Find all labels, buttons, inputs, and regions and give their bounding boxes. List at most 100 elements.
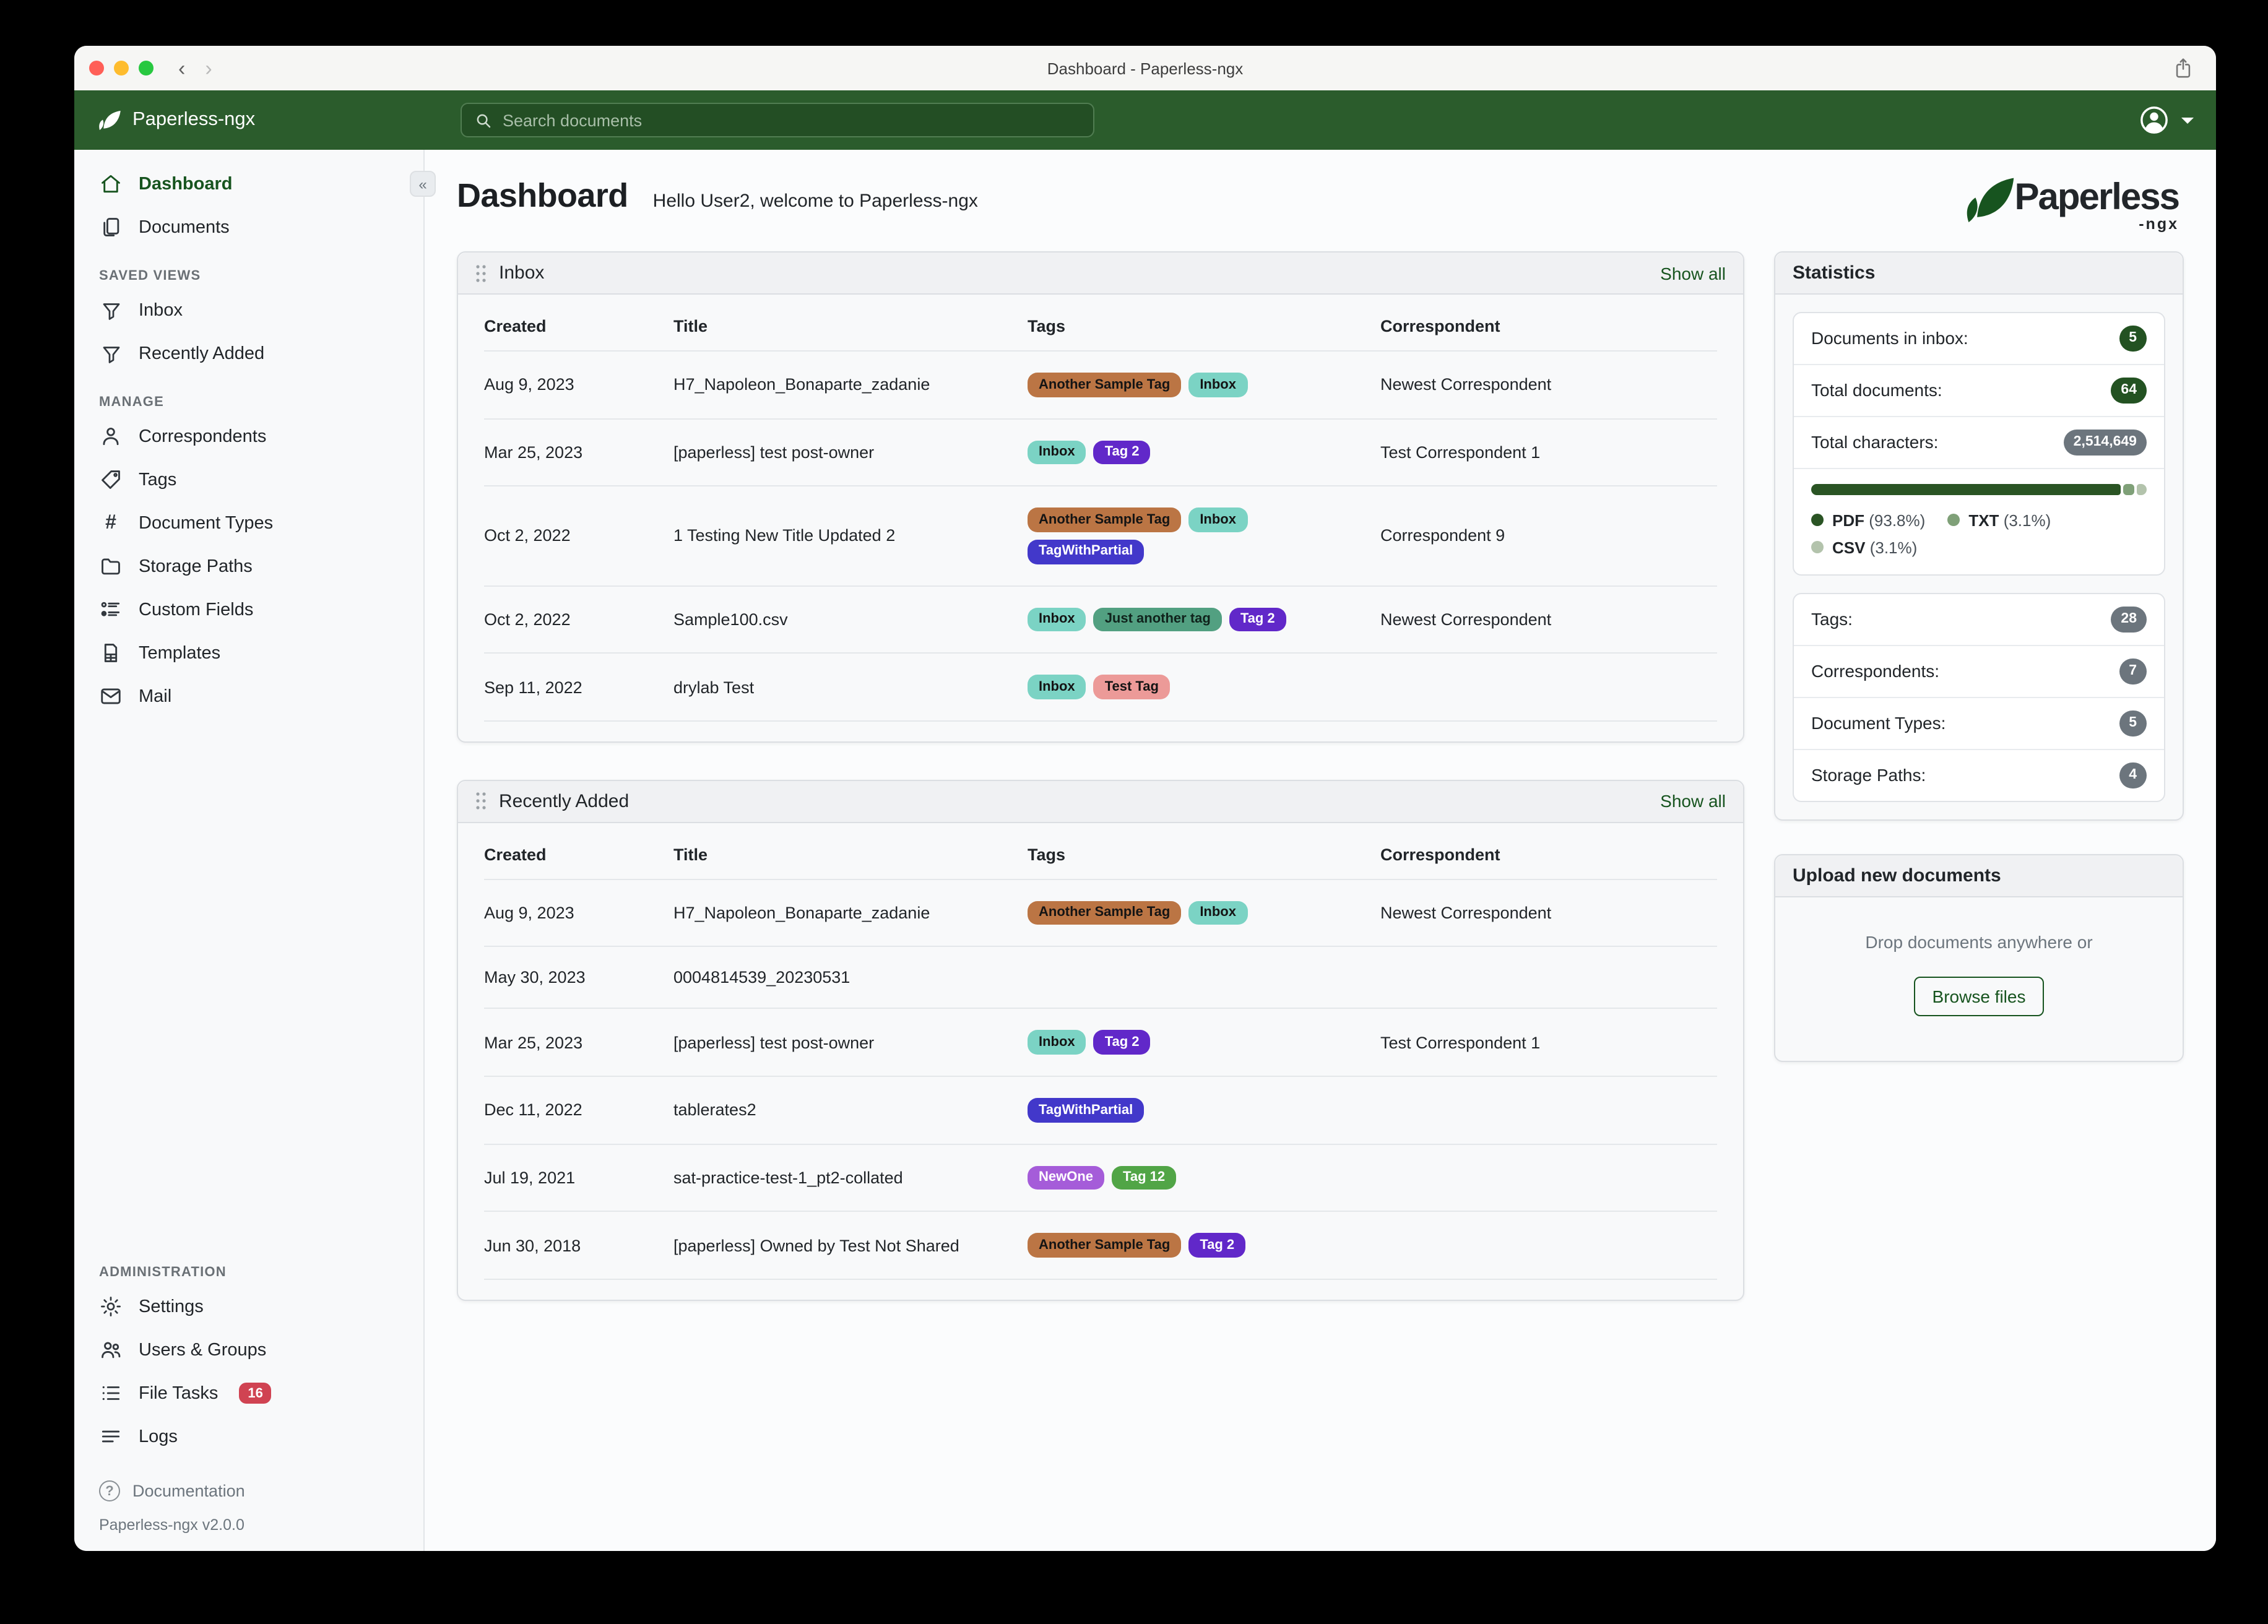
tag-pill[interactable]: Tag 2: [1188, 1233, 1246, 1258]
cell-correspondent: Newest Correspondent: [1380, 610, 1552, 629]
table-row[interactable]: Jun 30, 2018 [paperless] Owned by Test N…: [484, 1212, 1717, 1281]
sidebar-item-documents[interactable]: Documents: [74, 205, 423, 249]
tag-pill[interactable]: Inbox: [1028, 607, 1086, 632]
brand[interactable]: Paperless-ngx: [97, 108, 255, 132]
cell-title: H7_Napoleon_Bonaparte_zadanie: [673, 375, 930, 394]
table-row[interactable]: Aug 9, 2023 H7_Napoleon_Bonaparte_zadani…: [484, 352, 1717, 420]
table-row[interactable]: Aug 9, 2023 H7_Napoleon_Bonaparte_zadani…: [484, 880, 1717, 948]
sidebar-item-storage-paths[interactable]: Storage Paths: [74, 545, 423, 588]
table-row[interactable]: Oct 2, 2022 1 Testing New Title Updated …: [484, 487, 1717, 587]
drag-handle-icon[interactable]: [475, 792, 487, 811]
tag-pill[interactable]: Inbox: [1188, 901, 1247, 925]
cell-tags: Another Sample Tag Tag 2: [1028, 1212, 1337, 1279]
cell-title: tablerates2: [673, 1100, 756, 1120]
search-bar[interactable]: [461, 103, 1094, 137]
sidebar-item-custom-fields[interactable]: Custom Fields: [74, 588, 423, 631]
sidebar-item-tags[interactable]: Tags: [74, 458, 423, 501]
tag-pill[interactable]: Tag 2: [1093, 440, 1151, 465]
table-row[interactable]: Oct 2, 2022 Sample100.csv Inbox Just ano…: [484, 586, 1717, 654]
logs-icon: [99, 1425, 123, 1448]
sidebar-item-label: Documentation: [132, 1482, 245, 1500]
tag-pill[interactable]: Tag 12: [1112, 1165, 1177, 1190]
cell-tags: Another Sample Tag Inbox TagWithPartial: [1028, 487, 1337, 585]
sidebar-item-users-groups[interactable]: Users & Groups: [74, 1328, 423, 1371]
tag-pill[interactable]: Inbox: [1028, 440, 1086, 465]
stat-row[interactable]: Tags: 28: [1794, 594, 2164, 646]
table-row[interactable]: May 30, 2023 0004814539_20230531: [484, 948, 1717, 1009]
tag-pill[interactable]: Another Sample Tag: [1028, 1233, 1182, 1258]
cell-created: Aug 9, 2023: [484, 375, 574, 394]
sidebar-item-correspondents[interactable]: Correspondents: [74, 415, 423, 458]
progress-segment-pdf: [1811, 483, 2121, 495]
tag-pill[interactable]: Tag 2: [1229, 607, 1286, 632]
sidebar-item-templates[interactable]: Templates: [74, 631, 423, 675]
sidebar-collapse-button[interactable]: «: [410, 171, 436, 197]
tag-pill[interactable]: TagWithPartial: [1028, 1098, 1145, 1123]
cell-created: Sep 11, 2022: [484, 678, 582, 697]
show-all-link[interactable]: Show all: [1660, 263, 1726, 283]
cell-correspondent: [1380, 1212, 1717, 1279]
tag-pill[interactable]: Inbox: [1188, 373, 1247, 397]
user-menu[interactable]: [2138, 104, 2194, 136]
table-header: Created Title Tags Correspondent: [484, 297, 1717, 352]
back-icon[interactable]: ‹: [178, 58, 185, 79]
table-row[interactable]: Mar 25, 2023 [paperless] test post-owner…: [484, 419, 1717, 487]
tag-pill[interactable]: Inbox: [1028, 1030, 1086, 1055]
tag-pill[interactable]: Test Tag: [1093, 675, 1170, 699]
sidebar-item-label: Recently Added: [139, 343, 265, 363]
stat-label: Total documents:: [1811, 380, 1942, 400]
cell-title: [paperless] test post-owner: [673, 1033, 875, 1052]
legend-item: PDF (93.8%): [1811, 511, 1925, 530]
browse-files-button[interactable]: Browse files: [1913, 976, 2045, 1016]
sidebar-item-file-tasks[interactable]: File Tasks 16: [74, 1371, 423, 1415]
cell-tags: Inbox Test Tag: [1028, 654, 1337, 720]
forward-icon[interactable]: ›: [205, 58, 212, 79]
show-all-link[interactable]: Show all: [1660, 792, 1726, 811]
sidebar-item-mail[interactable]: Mail: [74, 675, 423, 718]
statistics-group-counts: Tags: 28 Correspondents: 7 Document Type…: [1793, 592, 2165, 802]
tag-pill[interactable]: Inbox: [1028, 675, 1086, 699]
table-row[interactable]: Dec 11, 2022 tablerates2 TagWithPartial: [484, 1077, 1717, 1145]
tag-pill[interactable]: Just another tag: [1093, 607, 1222, 632]
stat-row[interactable]: Storage Paths: 4: [1794, 749, 2164, 800]
tag-pill[interactable]: Inbox: [1188, 508, 1247, 532]
table-row[interactable]: Jul 19, 2021 sat-practice-test-1_pt2-col…: [484, 1145, 1717, 1212]
table-row[interactable]: Mar 25, 2023 [paperless] test post-owner…: [484, 1009, 1717, 1078]
close-window-button[interactable]: [89, 61, 104, 76]
tag-pill[interactable]: Tag 2: [1093, 1030, 1151, 1055]
sidebar-item-label: Templates: [139, 643, 221, 663]
admin-section: ADMINISTRATION Settings Users & Groups F…: [74, 1245, 423, 1551]
search-input[interactable]: [503, 111, 1081, 129]
tag-pill[interactable]: Another Sample Tag: [1028, 508, 1182, 532]
stat-row[interactable]: Documents in inbox: 5: [1794, 313, 2164, 365]
upload-dropzone[interactable]: Drop documents anywhere or Browse files: [1775, 897, 2183, 1060]
drop-hint-text: Drop documents anywhere or: [1865, 931, 2093, 952]
tag-pill[interactable]: Another Sample Tag: [1028, 901, 1182, 925]
sidebar-item-documentation[interactable]: ? Documentation: [74, 1471, 423, 1511]
sidebar-item-document-types[interactable]: # Document Types: [74, 501, 423, 545]
tag-pill[interactable]: TagWithPartial: [1028, 539, 1145, 564]
saved-views-section-label: SAVED VIEWS: [99, 269, 201, 283]
minimize-window-button[interactable]: [114, 61, 129, 76]
sidebar-item-dashboard[interactable]: Dashboard: [74, 162, 423, 205]
sidebar-item-inbox[interactable]: Inbox: [74, 288, 423, 332]
cell-title: [paperless] Owned by Test Not Shared: [673, 1236, 959, 1255]
stat-row[interactable]: Total documents: 64: [1794, 365, 2164, 417]
cell-tags: Inbox Tag 2: [1028, 419, 1337, 485]
zoom-window-button[interactable]: [139, 61, 154, 76]
tag-pill[interactable]: Another Sample Tag: [1028, 373, 1182, 397]
tag-pill[interactable]: NewOne: [1028, 1165, 1105, 1190]
table-row[interactable]: Sep 11, 2022 drylab Test Inbox Test Tag: [484, 654, 1717, 722]
sidebar-item-recently-added[interactable]: Recently Added: [74, 332, 423, 375]
column-header-tags: Tags: [1028, 845, 1066, 864]
sidebar-item-logs[interactable]: Logs: [74, 1415, 423, 1458]
progress-segment-csv: [2136, 483, 2147, 495]
stat-row[interactable]: Document Types: 5: [1794, 698, 2164, 750]
stat-row[interactable]: Correspondents: 7: [1794, 646, 2164, 698]
drag-handle-icon[interactable]: [475, 263, 487, 283]
sidebar-item-label: File Tasks: [139, 1383, 219, 1403]
greeting-text: Hello User2, welcome to Paperless-ngx: [652, 191, 978, 212]
share-icon[interactable]: [2173, 56, 2194, 80]
cell-title: 1 Testing New Title Updated 2: [673, 526, 896, 545]
sidebar-item-settings[interactable]: Settings: [74, 1285, 423, 1328]
